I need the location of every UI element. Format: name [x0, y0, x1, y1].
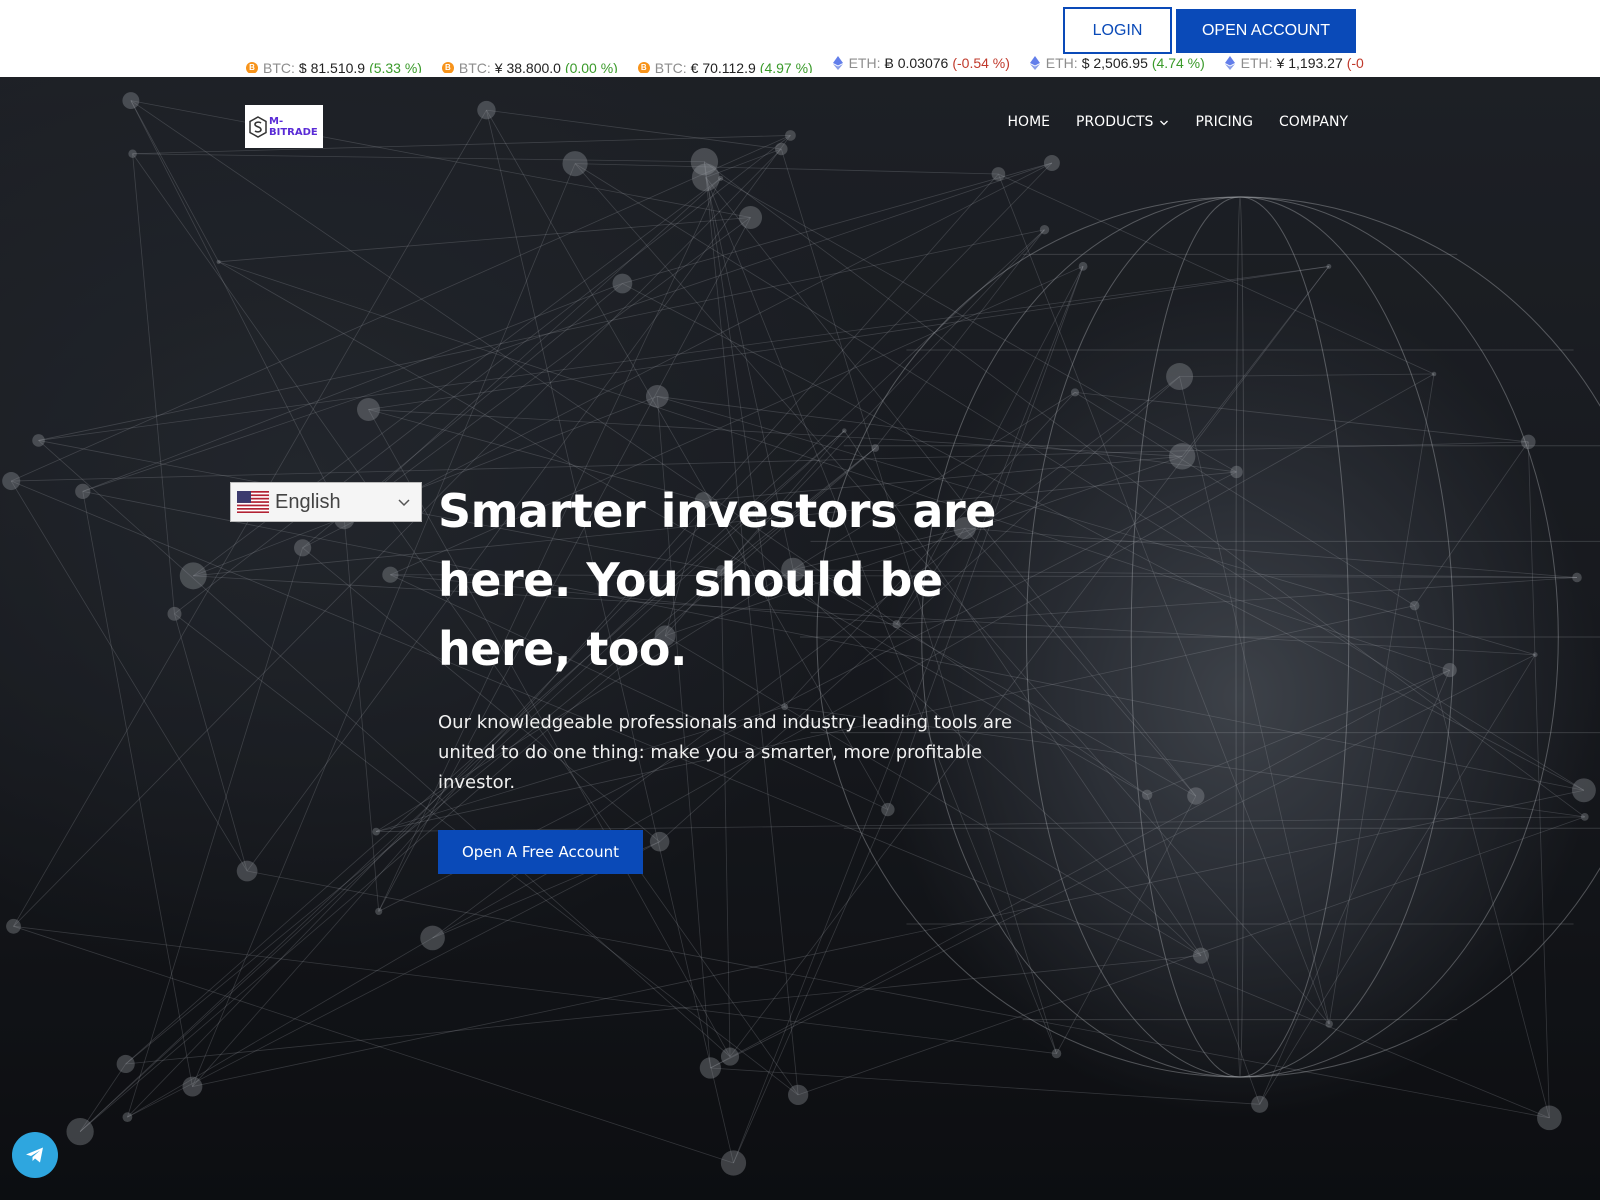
language-label: English	[275, 490, 341, 513]
ethereum-icon	[832, 56, 843, 70]
ticker-price: € 70,112.9	[690, 60, 756, 73]
ethereum-icon	[1224, 56, 1235, 70]
ticker-item: ETH: $ 2,506.95 (4.74 %)	[1029, 53, 1205, 73]
ticker-change: (-0	[1346, 55, 1364, 71]
hero-section: M- BITRADE HOME PRODUCTS PRICING COMPANY	[0, 77, 1600, 1200]
open-free-account-button[interactable]: Open A Free Account	[438, 830, 643, 874]
top-bar: LOGIN OPEN ACCOUNT B BTC: $ 81,510.9 (5.…	[0, 0, 1600, 77]
ticker-change: (-0.54 %)	[952, 55, 1010, 71]
logo-line1: M-	[269, 115, 284, 127]
ticker-symbol: ETH:	[1240, 55, 1273, 71]
ticker-item: ETH: ¥ 1,193.27 (-0	[1224, 53, 1364, 73]
ticker-item: ETH: Ƀ 0.03076 (-0.54 %)	[832, 53, 1010, 73]
us-flag-icon	[237, 491, 269, 513]
chevron-down-icon	[1160, 120, 1169, 126]
logo-wordmark: M- BITRADE	[269, 116, 318, 138]
nav-links: HOME PRODUCTS PRICING COMPANY	[1008, 114, 1348, 130]
ticker-change: (0.00 %)	[564, 60, 618, 73]
open-account-button[interactable]: OPEN ACCOUNT	[1176, 9, 1356, 53]
ticker-symbol: BTC:	[654, 60, 687, 73]
logo-line2: BITRADE	[269, 126, 318, 138]
nav-products-label: PRODUCTS	[1076, 114, 1154, 130]
ticker-change: (5.33 %)	[369, 60, 422, 73]
nav-products[interactable]: PRODUCTS	[1076, 114, 1169, 130]
ticker-symbol: BTC:	[458, 60, 491, 73]
ticker-symbol: ETH:	[848, 55, 881, 71]
ticker-symbol: ETH:	[1045, 55, 1078, 71]
ticker-price: $ 2,506.95	[1081, 55, 1148, 71]
ticker-item: B BTC: ¥ 38,800.0 (0.00 %)	[441, 58, 618, 73]
logo-mark-icon	[249, 115, 267, 138]
ethereum-icon	[1029, 56, 1040, 70]
ticker-item: B BTC: € 70,112.9 (4.97 %)	[637, 58, 813, 73]
site-logo[interactable]: M- BITRADE	[245, 105, 323, 148]
hero-headline: Smarter investors are here. You should b…	[438, 484, 996, 676]
ticker-price: $ 81,510.9	[298, 60, 366, 73]
ticker-change: (4.97 %)	[759, 60, 813, 73]
bitcoin-icon: B	[637, 62, 650, 73]
ticker-price: Ƀ 0.03076	[884, 55, 949, 71]
bitcoin-icon: B	[441, 62, 454, 73]
ticker-item: B BTC: $ 81,510.9 (5.33 %)	[246, 58, 422, 73]
nav-pricing[interactable]: PRICING	[1195, 114, 1253, 130]
main-nav: M- BITRADE HOME PRODUCTS PRICING COMPANY	[0, 77, 1600, 177]
telegram-icon	[26, 1147, 43, 1163]
language-selector[interactable]: English	[230, 482, 422, 522]
telegram-chat-button[interactable]	[12, 1132, 58, 1178]
bitcoin-icon: B	[246, 62, 258, 73]
hero-subtext: Our knowledgeable professionals and indu…	[438, 712, 1013, 793]
ticker-symbol: BTC:	[263, 60, 295, 73]
ticker-change: (4.74 %)	[1151, 55, 1205, 71]
crypto-ticker: B BTC: $ 81,510.9 (5.33 %) B BTC: ¥ 38,8…	[246, 53, 1370, 73]
nav-company[interactable]: COMPANY	[1279, 114, 1348, 130]
login-button[interactable]: LOGIN	[1063, 7, 1172, 54]
ticker-price: ¥ 38,800.0	[494, 60, 561, 73]
ticker-price: ¥ 1,193.27	[1276, 55, 1343, 71]
nav-home[interactable]: HOME	[1008, 114, 1050, 130]
chevron-down-icon	[398, 499, 410, 507]
